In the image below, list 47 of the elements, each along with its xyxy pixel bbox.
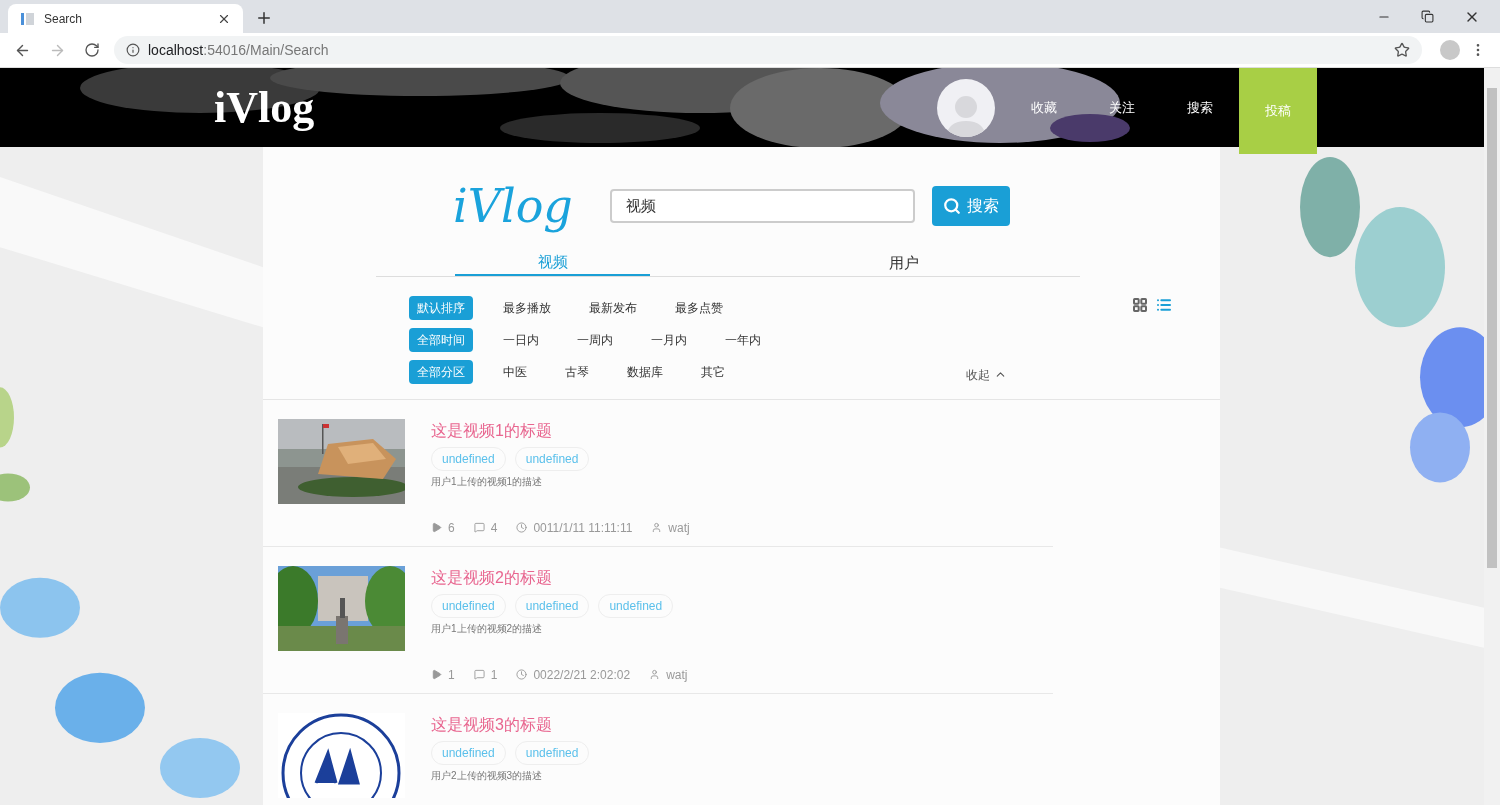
filter-option[interactable]: 一日内 [495, 328, 547, 352]
filter-option[interactable]: 一周内 [569, 328, 621, 352]
clock-icon [516, 669, 528, 680]
scrollbar[interactable] [1484, 68, 1500, 805]
video-description: 用户2上传的视频3的描述 [431, 768, 544, 783]
comment-count: 1 [490, 666, 498, 684]
filter-option[interactable]: 最新发布 [581, 296, 645, 320]
filter-option[interactable]: 其它 [693, 360, 733, 384]
clock-icon [516, 522, 528, 533]
collapse-toggle[interactable]: 收起 [966, 365, 1007, 384]
play-count: 1 [448, 666, 455, 684]
bookmark-star-icon[interactable] [1394, 42, 1410, 58]
tab[interactable]: 用户 [809, 251, 999, 276]
comment-icon [473, 669, 485, 680]
page-icon [20, 10, 36, 27]
filter-option[interactable]: 中医 [495, 360, 535, 384]
info-icon [126, 43, 140, 57]
user-icon [651, 522, 663, 533]
comment-count: 4 [490, 519, 498, 537]
user-icon [649, 669, 661, 680]
list-view-icon[interactable] [1156, 296, 1172, 313]
filter-option[interactable]: 一年内 [717, 328, 769, 352]
author-name: watj [668, 519, 690, 537]
search-icon [943, 197, 961, 215]
filter-option[interactable]: 古琴 [557, 360, 597, 384]
browser-tab[interactable]: Search [8, 4, 243, 33]
filter-option[interactable]: 一月内 [643, 328, 695, 352]
author-name: watj [666, 666, 688, 684]
restore-icon[interactable] [1421, 10, 1434, 23]
upload-date: 0022/2/21 2:02:02 [533, 666, 631, 684]
video-description: 用户1上传的视频2的描述 [431, 621, 544, 636]
grid-view-icon[interactable] [1132, 296, 1148, 313]
comment-icon [473, 522, 485, 533]
upload-date: 0011/1/11 11:11:11 [533, 519, 633, 537]
tab-title: Search [44, 10, 84, 28]
play-count: 6 [448, 519, 455, 537]
address-bar[interactable]: localhost:54016/Main/Search [114, 36, 1422, 64]
url-text: localhost:54016/Main/Search [148, 40, 329, 60]
play-icon [431, 522, 442, 533]
filter-option[interactable]: 最多点赞 [667, 296, 731, 320]
search-field[interactable]: 视频 [610, 189, 915, 223]
filter-option[interactable]: 最多播放 [495, 296, 559, 320]
new-tab-icon[interactable] [255, 9, 273, 27]
play-icon [431, 669, 442, 680]
video-description: 用户1上传的视频1的描述 [431, 474, 544, 489]
filter-option[interactable]: 数据库 [619, 360, 671, 384]
reload-icon[interactable] [84, 42, 100, 58]
